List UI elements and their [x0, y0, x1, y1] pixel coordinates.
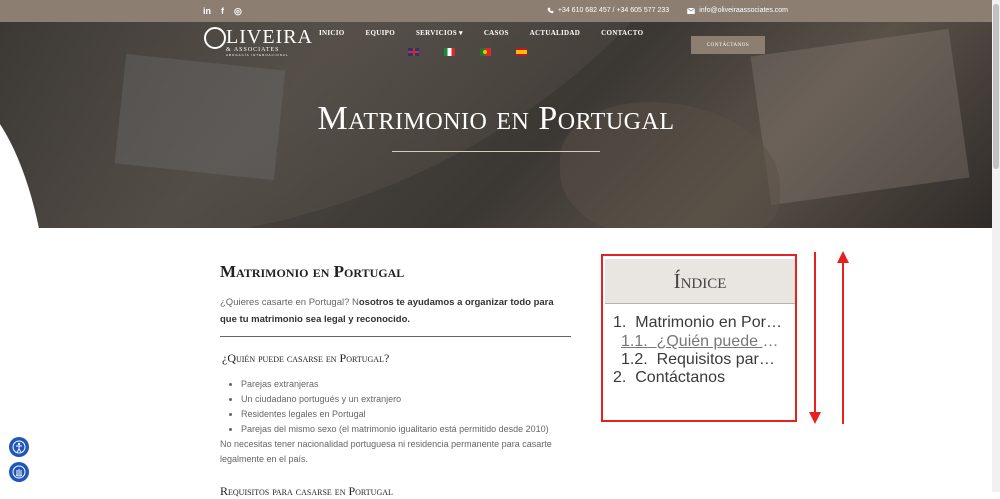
nav-item-servicios[interactable]: SERVICIOS ▾	[416, 29, 463, 37]
nav-item-contacto[interactable]: CONTACTO	[601, 29, 643, 37]
accessibility-icon	[12, 440, 26, 454]
nav-item-equipo[interactable]: EQUIPO	[366, 29, 395, 37]
hero-banner: LIVEIRA & ASSOCIATES ABOGACÍA INTERNACIO…	[0, 22, 992, 228]
hero-divider	[392, 151, 600, 152]
portugal-flag-icon[interactable]	[480, 48, 491, 56]
toc-item-1-1[interactable]: 1.1. ¿Quién puede casarse en Portugal?	[621, 333, 783, 351]
brand-logo[interactable]: LIVEIRA & ASSOCIATES ABOGACÍA INTERNACIO…	[204, 26, 313, 57]
nav-item-casos[interactable]: CASOS	[484, 29, 509, 37]
accessibility-button[interactable]	[9, 437, 29, 457]
top-bar: in f ◎ +34 610 682 457 / +34 605 577 233…	[0, 0, 1000, 22]
phone-number: +34 610 682 457 / +34 605 577 233	[557, 7, 670, 14]
table-of-contents: Índice 1. Matrimonio en Portugal 1.1. ¿Q…	[601, 254, 797, 422]
page-scrollbar[interactable]	[992, 0, 1000, 492]
arrow-down-icon	[809, 412, 821, 424]
arrow-up-icon	[837, 251, 849, 263]
email-address: info@oliveiraassociates.com	[699, 7, 788, 14]
list-item: Residentes legales en Portugal	[241, 407, 572, 422]
intro-plain: ¿Quieres casarte en Portugal? N	[220, 297, 359, 308]
chevron-down-icon: ▾	[458, 29, 463, 37]
article-title: Matrimonio en Portugal	[220, 262, 405, 281]
toc-item-label: Contáctanos	[635, 369, 726, 386]
section-heading-who: ¿Quién puede casarse en Portugal?	[222, 351, 390, 365]
mail-icon	[687, 7, 696, 14]
cookie-settings-button[interactable]	[9, 462, 29, 482]
list-item: Parejas del mismo sexo (el matrimonio ig…	[241, 422, 572, 437]
phone-icon	[547, 7, 554, 14]
section-divider	[220, 336, 571, 337]
linkedin-icon[interactable]: in	[203, 6, 211, 16]
toc-item-number: 2.	[613, 369, 627, 386]
nav-item-servicios-label: SERVICIOS	[415, 29, 457, 37]
toc-item-1[interactable]: 1. Matrimonio en Portugal	[613, 314, 783, 332]
eligibility-list: Parejas extranjeras Un ciudadano portugu…	[220, 377, 572, 437]
list-item: Parejas extranjeras	[241, 377, 572, 392]
list-item: Un ciudadano portugués y un extranjero	[241, 392, 572, 407]
brand-tagline: ABOGACÍA INTERNACIONAL	[226, 53, 289, 57]
email-contact[interactable]: info@oliveiraassociates.com	[687, 7, 788, 14]
facebook-icon[interactable]: f	[221, 6, 224, 16]
spain-flag-icon[interactable]	[516, 48, 527, 56]
contact-info: +34 610 682 457 / +34 605 577 233 info@o…	[547, 7, 788, 14]
main-nav: INICIO EQUIPO SERVICIOS ▾ CASOS ACTUALID…	[319, 29, 643, 37]
nav-item-inicio[interactable]: INICIO	[319, 29, 345, 37]
uk-flag-icon[interactable]	[408, 48, 419, 56]
hand-icon	[12, 465, 26, 479]
social-links: in f ◎	[203, 6, 242, 16]
toc-item-label: ¿Quién puede casarse en Portugal?	[656, 333, 783, 350]
article-content: Matrimonio en Portugal ¿Quieres casarte …	[220, 262, 572, 499]
toc-item-label: Requisitos para casarse en Portugal	[656, 351, 783, 368]
toc-item-number: 1.1.	[621, 333, 648, 350]
nav-item-actualidad[interactable]: ACTUALIDAD	[530, 29, 580, 37]
toc-item-label: Matrimonio en Portugal	[635, 314, 783, 331]
italy-flag-icon[interactable]	[444, 48, 455, 56]
logo-mark	[204, 26, 226, 49]
language-switcher	[408, 48, 527, 56]
toc-item-number: 1.2.	[621, 351, 648, 368]
phone-contact[interactable]: +34 610 682 457 / +34 605 577 233	[547, 7, 669, 14]
hero-title: Matrimonio en Portugal	[317, 100, 675, 137]
instagram-icon[interactable]: ◎	[234, 6, 242, 16]
toc-item-2[interactable]: 2. Contáctanos	[613, 369, 783, 387]
eligibility-note: No necesitas tener nacionalidad portugue…	[220, 439, 552, 464]
toc-item-1-2[interactable]: 1.2. Requisitos para casarse en Portugal	[621, 351, 783, 369]
brand-name: LIVEIRA	[226, 26, 313, 48]
article-intro: ¿Quieres casarte en Portugal? Nosotros t…	[220, 294, 572, 328]
toc-item-number: 1.	[613, 314, 627, 331]
scrollbar-thumb[interactable]	[993, 4, 999, 169]
toc-title: Índice	[605, 259, 795, 304]
contact-cta-button[interactable]: CONTÁCTANOS	[691, 36, 765, 54]
